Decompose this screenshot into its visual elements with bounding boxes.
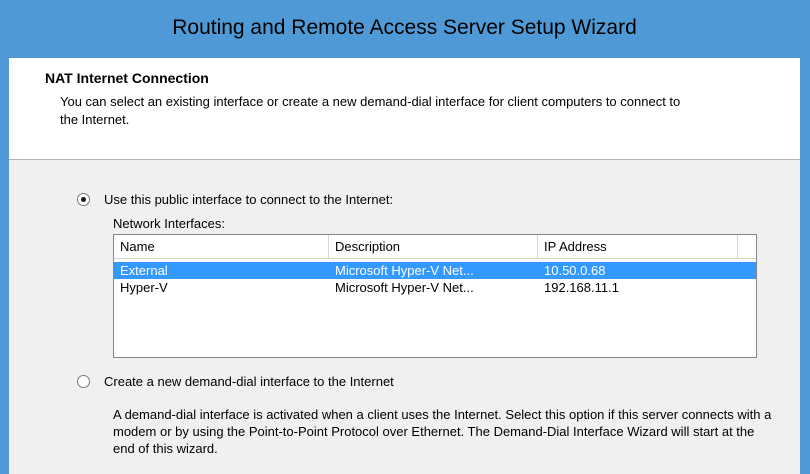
public-interface-radio[interactable] (77, 193, 90, 206)
wizard-body: Use this public interface to connect to … (9, 160, 800, 474)
page-title: NAT Internet Connection (45, 70, 209, 86)
window-title: Routing and Remote Access Server Setup W… (172, 16, 637, 39)
public-interface-option[interactable]: Use this public interface to connect to … (77, 192, 393, 207)
window-right-border (800, 0, 810, 474)
demand-dial-label[interactable]: Create a new demand-dial interface to th… (104, 374, 394, 389)
column-header-name[interactable]: Name (114, 235, 329, 258)
interface-name: External (120, 263, 168, 278)
window-left-border (0, 0, 9, 474)
title-bar[interactable]: Routing and Remote Access Server Setup W… (9, 0, 800, 58)
page-description: You can select an existing interface or … (60, 94, 681, 127)
interface-description: Microsoft Hyper-V Net... (335, 263, 474, 278)
interface-row-hyper-v[interactable]: Hyper-V Microsoft Hyper-V Net... 192.168… (114, 279, 756, 296)
interface-ip: 10.50.0.68 (544, 263, 606, 278)
interface-description: Microsoft Hyper-V Net... (335, 280, 474, 295)
demand-dial-radio[interactable] (77, 375, 90, 388)
network-interfaces-list[interactable]: Name Description IP Address External Mic… (113, 234, 757, 358)
interface-name: Hyper-V (120, 280, 168, 295)
column-header-description[interactable]: Description (329, 235, 538, 258)
interface-ip: 192.168.11.1 (544, 280, 619, 295)
wizard-window: Routing and Remote Access Server Setup W… (0, 0, 810, 474)
column-header-filler (738, 235, 756, 258)
demand-dial-description: A demand-dial interface is activated whe… (113, 407, 772, 456)
network-interfaces-label: Network Interfaces: (113, 216, 225, 231)
demand-dial-option[interactable]: Create a new demand-dial interface to th… (77, 374, 394, 389)
interface-row-external[interactable]: External Microsoft Hyper-V Net... 10.50.… (114, 262, 756, 279)
public-interface-label[interactable]: Use this public interface to connect to … (104, 192, 393, 207)
column-header-ip-address[interactable]: IP Address (538, 235, 738, 258)
list-header: Name Description IP Address (114, 235, 756, 259)
wizard-header: NAT Internet Connection You can select a… (9, 58, 800, 160)
